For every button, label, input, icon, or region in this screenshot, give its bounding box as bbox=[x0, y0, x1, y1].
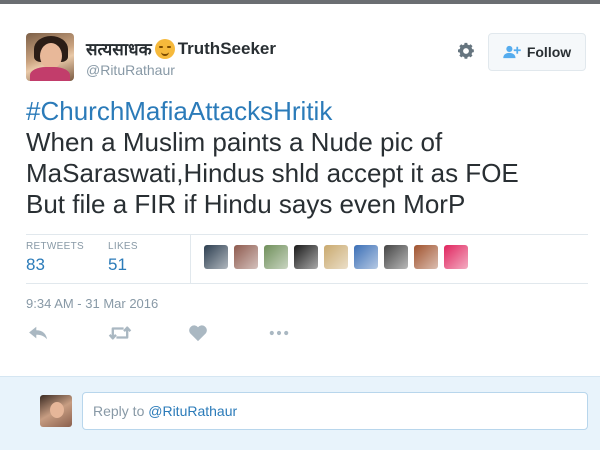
reply-mention: @RituRathaur bbox=[148, 403, 238, 419]
liker-avatar[interactable] bbox=[444, 245, 468, 269]
liker-avatars bbox=[204, 245, 468, 269]
avatar[interactable] bbox=[26, 33, 74, 81]
liker-avatar[interactable] bbox=[414, 245, 438, 269]
display-name-prefix: सत्यसाधक bbox=[86, 40, 152, 59]
likes-count: 51 bbox=[108, 255, 127, 274]
reply-placeholder-prefix: Reply to bbox=[93, 403, 149, 419]
retweet-icon[interactable] bbox=[108, 324, 132, 344]
reply-icon[interactable] bbox=[28, 324, 52, 344]
tweet-line: MaSaraswati,Hindus shld accept it as FOE bbox=[26, 158, 519, 188]
user-handle[interactable]: @RituRathaur bbox=[86, 62, 276, 78]
retweets-stat[interactable]: RETWEETS 83 bbox=[26, 241, 84, 275]
liker-avatar[interactable] bbox=[294, 245, 318, 269]
follow-button[interactable]: Follow bbox=[488, 33, 586, 71]
likes-label: LIKES bbox=[108, 241, 138, 252]
smiling-face-emoji-icon bbox=[154, 38, 175, 59]
display-name[interactable]: सत्यसाधक TruthSeeker bbox=[86, 37, 276, 60]
reply-avatar-face bbox=[50, 402, 64, 418]
retweets-count: 83 bbox=[26, 255, 45, 274]
user-info: सत्यसाधक TruthSeeker @RituRathaur bbox=[86, 37, 276, 78]
liker-avatar[interactable] bbox=[384, 245, 408, 269]
follow-label: Follow bbox=[526, 44, 572, 60]
avatar-face bbox=[40, 43, 62, 69]
liker-avatar[interactable] bbox=[264, 245, 288, 269]
tweet-line: When a Muslim paints a Nude pic of bbox=[26, 127, 443, 157]
retweets-label: RETWEETS bbox=[26, 241, 84, 252]
gear-icon[interactable] bbox=[456, 41, 476, 61]
add-user-icon bbox=[503, 45, 521, 59]
likes-stat[interactable]: LIKES 51 bbox=[108, 241, 138, 275]
display-name-suffix: TruthSeeker bbox=[177, 38, 276, 58]
liker-avatar[interactable] bbox=[234, 245, 258, 269]
tweet-actions bbox=[26, 324, 586, 346]
liker-avatar[interactable] bbox=[204, 245, 228, 269]
top-bar bbox=[0, 0, 600, 4]
tweet-timestamp[interactable]: 9:34 AM - 31 Mar 2016 bbox=[26, 296, 158, 311]
reply-input[interactable]: Reply to @RituRathaur bbox=[82, 392, 588, 430]
like-icon[interactable] bbox=[188, 324, 212, 344]
reply-avatar bbox=[40, 395, 72, 427]
more-icon[interactable] bbox=[268, 324, 292, 344]
tweet-text: #ChurchMafiaAttacksHritik When a Muslim … bbox=[26, 96, 586, 220]
tweet-line: But file a FIR if Hindu says even MorP bbox=[26, 189, 466, 219]
stats-divider bbox=[190, 235, 191, 283]
avatar-shirt bbox=[30, 67, 70, 81]
liker-avatar[interactable] bbox=[354, 245, 378, 269]
tweet-stats: RETWEETS 83 LIKES 51 bbox=[26, 234, 588, 284]
reply-area: Reply to @RituRathaur bbox=[0, 376, 600, 450]
liker-avatar[interactable] bbox=[324, 245, 348, 269]
hashtag-link[interactable]: #ChurchMafiaAttacksHritik bbox=[26, 96, 586, 127]
tweet-header: सत्यसाधक TruthSeeker @RituRathaur Follow bbox=[26, 33, 586, 85]
